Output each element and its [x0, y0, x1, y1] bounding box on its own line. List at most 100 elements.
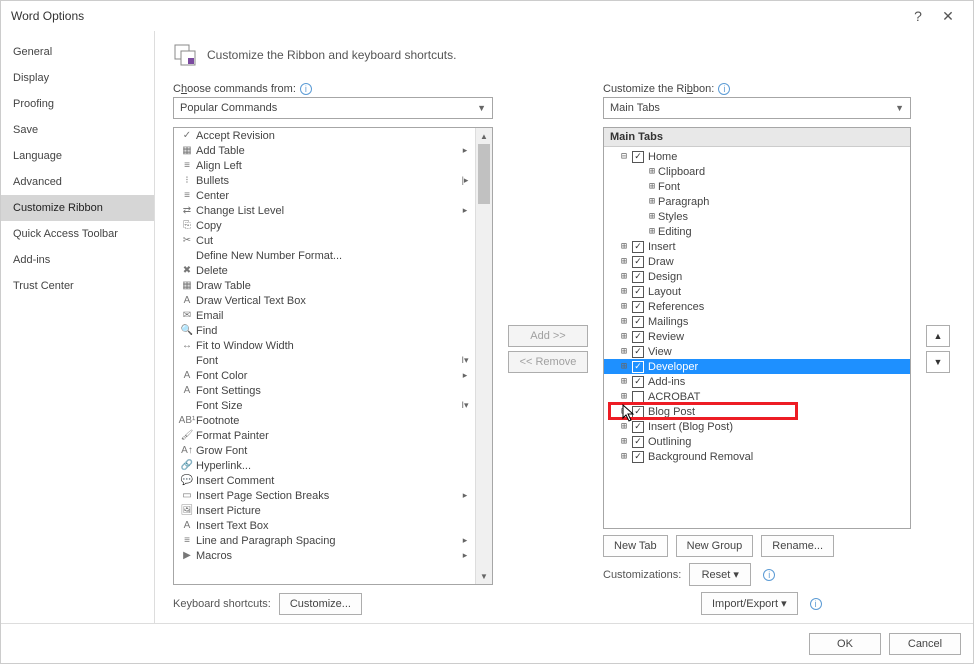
sidebar-item-proofing[interactable]: Proofing: [1, 91, 154, 117]
info-icon[interactable]: i: [300, 83, 312, 95]
checkbox[interactable]: ✓: [632, 151, 644, 163]
expand-icon[interactable]: ⊞: [618, 451, 630, 462]
command-item[interactable]: ▶Macros▸: [174, 548, 475, 563]
expand-icon[interactable]: ⊟: [618, 151, 630, 162]
sidebar-item-general[interactable]: General: [1, 39, 154, 65]
expand-icon[interactable]: ⊞: [618, 436, 630, 447]
checkbox[interactable]: ✓: [632, 241, 644, 253]
new-group-button[interactable]: New Group: [676, 535, 754, 557]
info-icon[interactable]: i: [763, 569, 775, 581]
command-item[interactable]: ✖Delete: [174, 263, 475, 278]
checkbox[interactable]: ✓: [632, 301, 644, 313]
scrollbar[interactable]: ▲ ▼: [475, 128, 492, 584]
expand-icon[interactable]: ⊞: [618, 391, 630, 402]
tree-node-design[interactable]: ⊞✓Design: [604, 269, 910, 284]
expand-icon[interactable]: ⊞: [646, 166, 658, 177]
tree-node-insert-blog-post-[interactable]: ⊞✓Insert (Blog Post): [604, 419, 910, 434]
checkbox[interactable]: ✓: [632, 256, 644, 268]
expand-icon[interactable]: ⊞: [618, 286, 630, 297]
customize-keyboard-button[interactable]: Customize...: [279, 593, 362, 615]
ok-button[interactable]: OK: [809, 633, 881, 655]
expand-icon[interactable]: ⊞: [618, 241, 630, 252]
tree-node-mailings[interactable]: ⊞✓Mailings: [604, 314, 910, 329]
command-item[interactable]: ≡Center: [174, 188, 475, 203]
command-item[interactable]: ▦Draw Table: [174, 278, 475, 293]
help-button[interactable]: ?: [903, 8, 933, 24]
command-item[interactable]: Font SizeI▾: [174, 398, 475, 413]
command-item[interactable]: 🖌Format Painter: [174, 428, 475, 443]
expand-icon[interactable]: ⊞: [618, 331, 630, 342]
expand-icon[interactable]: ⊞: [646, 196, 658, 207]
sidebar-item-quick-access-toolbar[interactable]: Quick Access Toolbar: [1, 221, 154, 247]
checkbox[interactable]: [632, 391, 644, 403]
command-item[interactable]: ⎘Copy: [174, 218, 475, 233]
sidebar-item-save[interactable]: Save: [1, 117, 154, 143]
import-export-button[interactable]: Import/Export ▾: [701, 592, 798, 615]
expand-icon[interactable]: ⊞: [618, 271, 630, 282]
command-item[interactable]: ⇄Change List Level▸: [174, 203, 475, 218]
tree-node-review[interactable]: ⊞✓Review: [604, 329, 910, 344]
ribbon-tree[interactable]: Main Tabs ⊟✓Home⊞Clipboard⊞Font⊞Paragrap…: [603, 127, 911, 529]
command-item[interactable]: ADraw Vertical Text Box: [174, 293, 475, 308]
checkbox[interactable]: ✓: [632, 436, 644, 448]
customize-ribbon-dropdown[interactable]: Main Tabs▼: [603, 97, 911, 119]
cancel-button[interactable]: Cancel: [889, 633, 961, 655]
tree-node-background-removal[interactable]: ⊞✓Background Removal: [604, 449, 910, 464]
checkbox[interactable]: ✓: [632, 331, 644, 343]
expand-icon[interactable]: ⊞: [618, 376, 630, 387]
new-tab-button[interactable]: New Tab: [603, 535, 668, 557]
expand-icon[interactable]: ⊞: [618, 346, 630, 357]
commands-listbox[interactable]: ✓Accept Revision▦Add Table▸≡Align Left⁝B…: [173, 127, 493, 585]
checkbox[interactable]: ✓: [632, 421, 644, 433]
tree-node-insert[interactable]: ⊞✓Insert: [604, 239, 910, 254]
checkbox[interactable]: ✓: [632, 361, 644, 373]
command-item[interactable]: ▭Insert Page Section Breaks▸: [174, 488, 475, 503]
info-icon[interactable]: i: [718, 83, 730, 95]
command-item[interactable]: ✓Accept Revision: [174, 128, 475, 143]
info-icon[interactable]: i: [810, 598, 822, 610]
expand-icon[interactable]: ⊞: [618, 361, 630, 372]
checkbox[interactable]: ✓: [632, 271, 644, 283]
command-item[interactable]: 🔗Hyperlink...: [174, 458, 475, 473]
command-item[interactable]: 🔍Find: [174, 323, 475, 338]
choose-commands-dropdown[interactable]: Popular Commands▼: [173, 97, 493, 119]
sidebar-item-advanced[interactable]: Advanced: [1, 169, 154, 195]
tree-node-blog-post[interactable]: ⊞✓Blog Post: [604, 404, 910, 419]
checkbox[interactable]: ✓: [632, 451, 644, 463]
sidebar-item-trust-center[interactable]: Trust Center: [1, 273, 154, 299]
tree-node-view[interactable]: ⊞✓View: [604, 344, 910, 359]
tree-node-editing[interactable]: ⊞Editing: [604, 224, 910, 239]
command-item[interactable]: ≡Line and Paragraph Spacing▸: [174, 533, 475, 548]
expand-icon[interactable]: ⊞: [646, 211, 658, 222]
command-item[interactable]: AB¹Footnote: [174, 413, 475, 428]
expand-icon[interactable]: ⊞: [618, 316, 630, 327]
checkbox[interactable]: ✓: [632, 316, 644, 328]
command-item[interactable]: ≡Align Left: [174, 158, 475, 173]
command-item[interactable]: AFont Settings: [174, 383, 475, 398]
tree-node-acrobat[interactable]: ⊞ACROBAT: [604, 389, 910, 404]
tree-node-draw[interactable]: ⊞✓Draw: [604, 254, 910, 269]
command-item[interactable]: 💬Insert Comment: [174, 473, 475, 488]
command-item[interactable]: ▦Add Table▸: [174, 143, 475, 158]
checkbox[interactable]: ✓: [632, 346, 644, 358]
tree-node-developer[interactable]: ⊞✓Developer: [604, 359, 910, 374]
command-item[interactable]: ↔Fit to Window Width: [174, 338, 475, 353]
command-item[interactable]: ✉Email: [174, 308, 475, 323]
sidebar-item-language[interactable]: Language: [1, 143, 154, 169]
close-button[interactable]: ✕: [933, 8, 963, 25]
command-item[interactable]: AFont Color▸: [174, 368, 475, 383]
tree-node-add-ins[interactable]: ⊞✓Add-ins: [604, 374, 910, 389]
sidebar-item-display[interactable]: Display: [1, 65, 154, 91]
reset-button[interactable]: Reset ▾: [689, 563, 751, 586]
tree-node-outlining[interactable]: ⊞✓Outlining: [604, 434, 910, 449]
command-item[interactable]: A↑Grow Font: [174, 443, 475, 458]
tree-node-paragraph[interactable]: ⊞Paragraph: [604, 194, 910, 209]
tree-node-styles[interactable]: ⊞Styles: [604, 209, 910, 224]
scroll-down-icon[interactable]: ▼: [476, 568, 492, 584]
checkbox[interactable]: ✓: [632, 286, 644, 298]
command-item[interactable]: FontI▾: [174, 353, 475, 368]
move-down-button[interactable]: ▼: [926, 351, 950, 373]
command-item[interactable]: Define New Number Format...: [174, 248, 475, 263]
tree-node-clipboard[interactable]: ⊞Clipboard: [604, 164, 910, 179]
tree-node-layout[interactable]: ⊞✓Layout: [604, 284, 910, 299]
